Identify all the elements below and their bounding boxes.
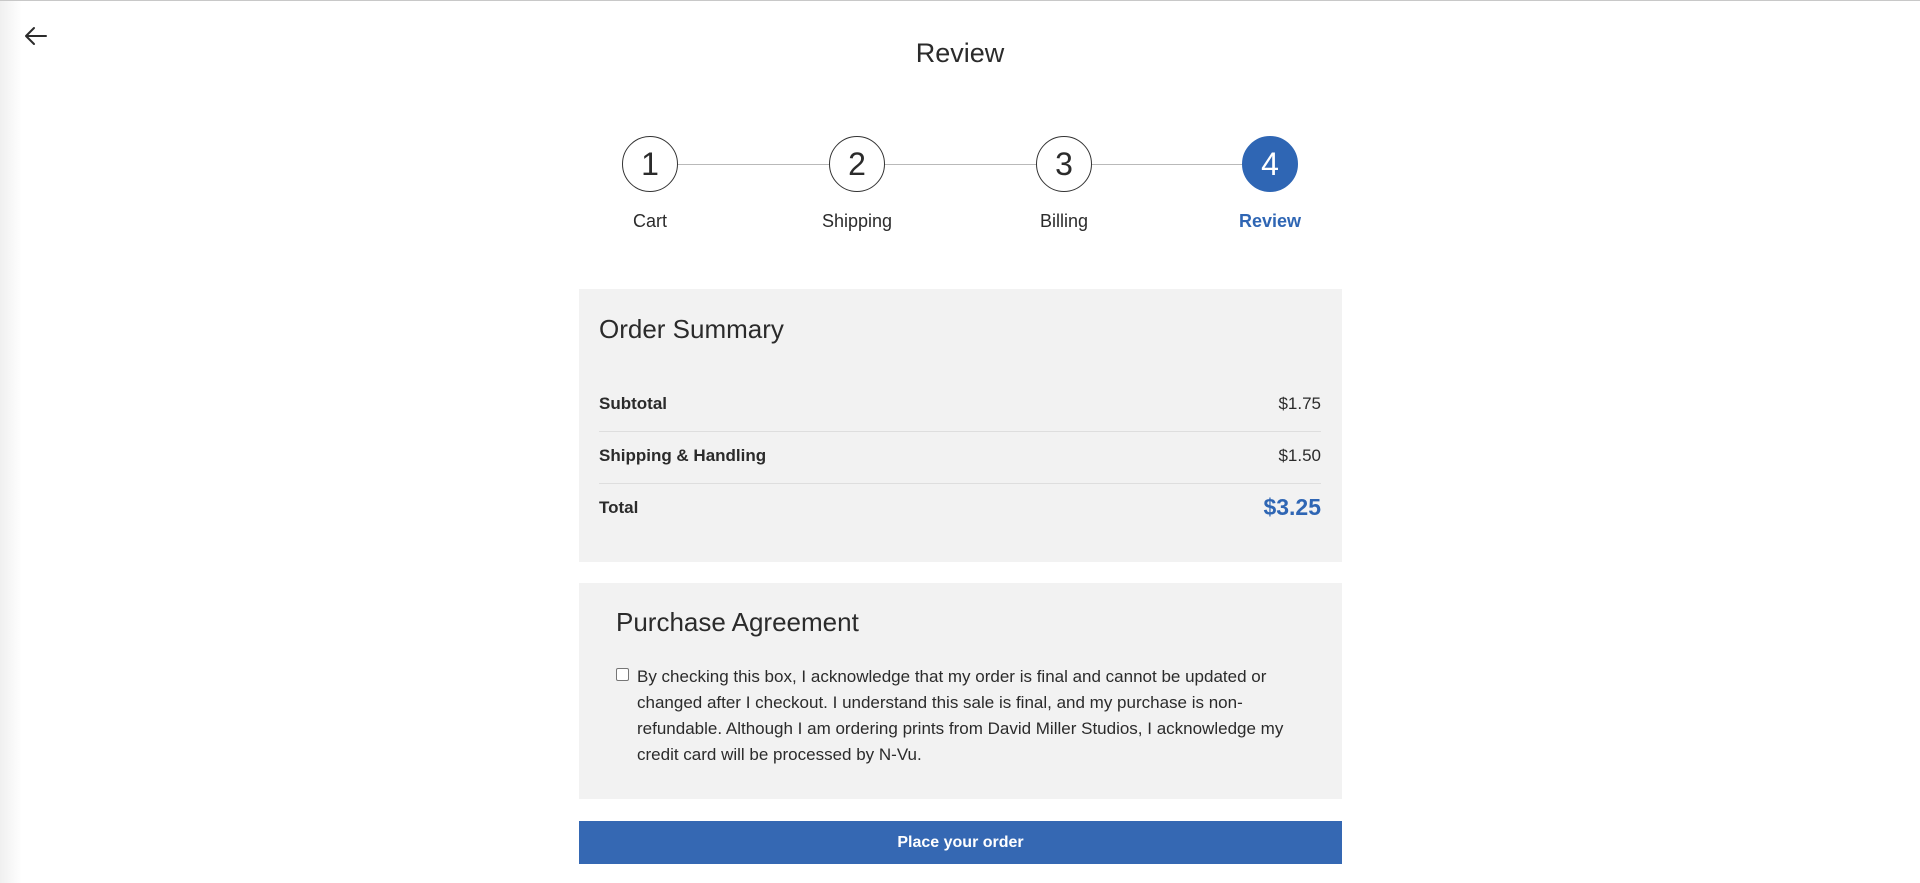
purchase-agreement-title: Purchase Agreement <box>616 607 859 637</box>
step-label: Review <box>1238 211 1302 231</box>
step-shipping[interactable]: 2 Shipping <box>797 136 917 232</box>
subtotal-label: Subtotal <box>599 394 667 413</box>
subtotal-value: $1.75 <box>1278 394 1321 413</box>
step-label: Cart <box>632 211 667 231</box>
total-label: Total <box>599 498 639 517</box>
total-value: $3.25 <box>1263 494 1321 520</box>
step-number: 2 <box>829 136 885 192</box>
step-number: 3 <box>1036 136 1092 192</box>
page-title: Review <box>915 38 1005 68</box>
total-row: Total $3.25 <box>599 482 1321 534</box>
agreement-text: By checking this box, I acknowledge that… <box>637 667 1284 764</box>
step-label: Shipping <box>821 211 893 231</box>
order-summary-title: Order Summary <box>599 314 784 344</box>
purchase-agreement-panel: Purchase Agreement By checking this box,… <box>579 583 1342 799</box>
subtotal-row: Subtotal $1.75 <box>599 378 1321 430</box>
order-summary-panel: Order Summary Subtotal $1.75 Shipping & … <box>579 289 1342 562</box>
shipping-label: Shipping & Handling <box>599 446 767 465</box>
checkout-stepper: 1 Cart 2 Shipping 3 Billing 4 Review <box>622 136 1301 246</box>
agreement-checkbox[interactable] <box>616 668 629 681</box>
place-order-button[interactable]: Place your order <box>579 821 1342 864</box>
step-review[interactable]: 4 Review <box>1210 136 1330 232</box>
stepper-connector <box>650 164 1270 165</box>
step-cart[interactable]: 1 Cart <box>590 136 710 232</box>
step-label: Billing <box>1039 211 1089 231</box>
step-number: 4 <box>1242 136 1298 192</box>
top-border <box>0 0 1920 1</box>
left-edge-shadow <box>0 1 22 883</box>
step-billing[interactable]: 3 Billing <box>1004 136 1124 232</box>
shipping-value: $1.50 <box>1278 446 1321 465</box>
shipping-row: Shipping & Handling $1.50 <box>599 430 1321 482</box>
step-number: 1 <box>622 136 678 192</box>
